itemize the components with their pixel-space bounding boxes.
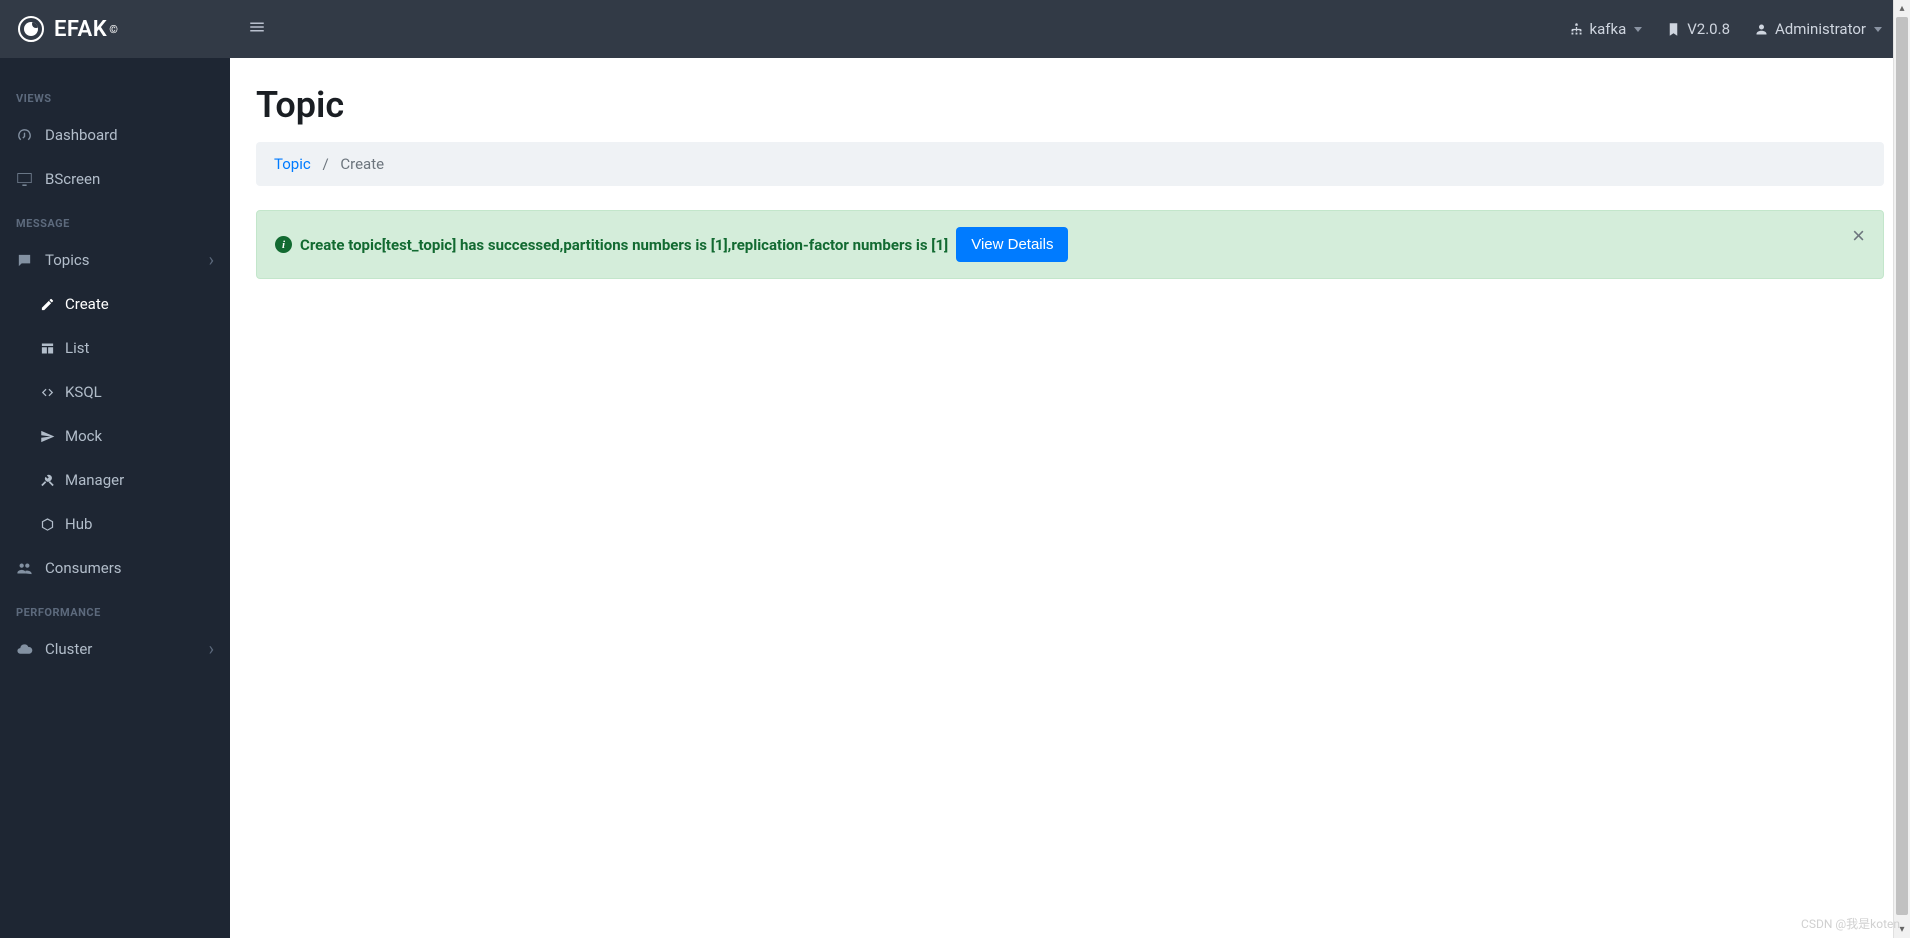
cluster-selector[interactable]: kafka <box>1569 20 1643 38</box>
menu-toggle-button[interactable] <box>230 18 284 41</box>
sidebar-item-cluster[interactable]: Cluster <box>0 627 230 671</box>
sidebar-item-dashboard[interactable]: Dashboard <box>0 113 230 157</box>
table-icon <box>40 341 55 356</box>
scrollbar[interactable]: ▴ ▾ <box>1893 0 1910 938</box>
cloud-icon <box>16 641 33 658</box>
sidebar-item-consumers[interactable]: Consumers <box>0 546 230 590</box>
main-content: Topic Topic / Create i Create topic[test… <box>230 58 1910 938</box>
caret-down-icon <box>1874 27 1882 32</box>
page-title: Topic <box>256 84 1884 126</box>
layout: VIEWS Dashboard BScreen MESSAGE Topics C… <box>0 58 1910 938</box>
edit-icon <box>40 297 55 312</box>
user-label: Administrator <box>1775 20 1866 38</box>
sidebar-section-message: MESSAGE <box>0 209 230 238</box>
sidebar-section-views: VIEWS <box>0 84 230 113</box>
dashboard-icon <box>16 127 33 144</box>
view-details-button[interactable]: View Details <box>956 227 1068 262</box>
info-icon: i <box>275 236 292 253</box>
brand-logo-icon <box>18 16 44 42</box>
cluster-label: kafka <box>1590 20 1627 38</box>
breadcrumb-topic-link[interactable]: Topic <box>274 155 311 173</box>
sidebar-item-topics[interactable]: Topics <box>0 238 230 282</box>
tools-icon <box>40 473 55 488</box>
users-icon <box>16 560 33 577</box>
scrollbar-thumb[interactable] <box>1896 17 1908 915</box>
scrollbar-up-button[interactable]: ▴ <box>1894 0 1910 17</box>
brand-name: EFAK <box>54 17 107 42</box>
breadcrumb-current: Create <box>340 155 384 173</box>
alert-close-button[interactable]: × <box>1852 225 1865 247</box>
breadcrumb: Topic / Create <box>256 142 1884 186</box>
send-icon <box>40 429 55 444</box>
sidebar-sub-hub[interactable]: Hub <box>0 502 230 546</box>
sidebar-sub-mock[interactable]: Mock <box>0 414 230 458</box>
brand[interactable]: EFAK © <box>0 0 230 58</box>
success-alert: i Create topic[test_topic] has successed… <box>256 210 1884 279</box>
sidebar-sub-ksql[interactable]: KSQL <box>0 370 230 414</box>
bookmark-icon <box>1666 22 1681 37</box>
caret-down-icon <box>1634 27 1642 32</box>
cube-icon <box>40 517 55 532</box>
comment-icon <box>16 252 33 269</box>
topbar-right: kafka V2.0.8 Administrator <box>1569 20 1910 38</box>
version-label[interactable]: V2.0.8 <box>1666 20 1730 38</box>
alert-message: Create topic[test_topic] has successed,p… <box>300 236 948 254</box>
monitor-icon <box>16 171 33 188</box>
brand-copyright: © <box>109 23 118 36</box>
sidebar-item-bscreen[interactable]: BScreen <box>0 157 230 201</box>
sidebar: VIEWS Dashboard BScreen MESSAGE Topics C… <box>0 58 230 938</box>
topbar: EFAK © kafka V2.0.8 Administrator <box>0 0 1910 58</box>
sidebar-section-performance: PERFORMANCE <box>0 598 230 627</box>
sitemap-icon <box>1569 22 1584 37</box>
sidebar-sub-create[interactable]: Create <box>0 282 230 326</box>
breadcrumb-separator: / <box>322 155 328 173</box>
sidebar-sub-manager[interactable]: Manager <box>0 458 230 502</box>
user-menu[interactable]: Administrator <box>1754 20 1882 38</box>
sidebar-sub-list[interactable]: List <box>0 326 230 370</box>
code-icon <box>40 385 55 400</box>
watermark: CSDN @我是koten <box>1801 915 1900 932</box>
user-icon <box>1754 22 1769 37</box>
